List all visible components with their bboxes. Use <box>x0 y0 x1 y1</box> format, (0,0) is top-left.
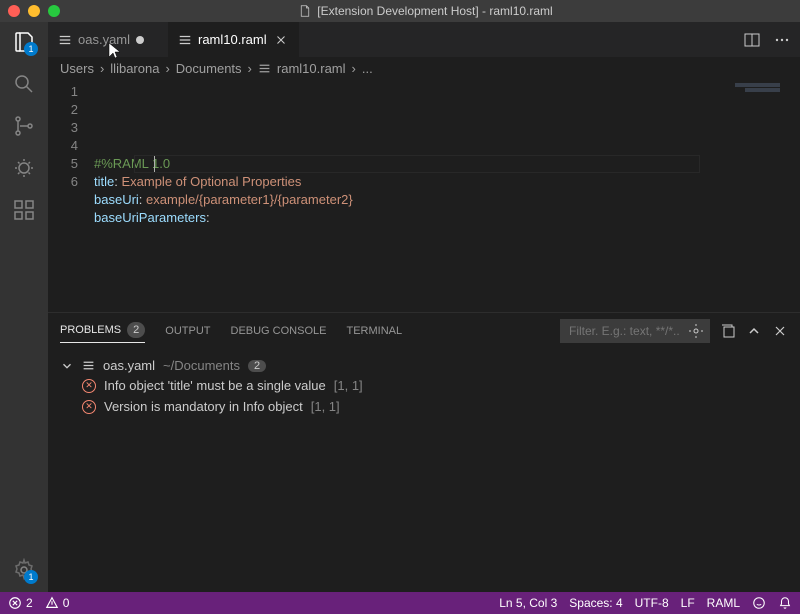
problem-location: [1, 1] <box>334 378 363 393</box>
problem-file-path: ~/Documents <box>163 358 240 373</box>
status-errors[interactable]: 2 <box>8 596 33 610</box>
status-indentation[interactable]: Spaces: 4 <box>569 596 622 610</box>
chevron-right-icon: › <box>248 61 252 76</box>
settings-gear-icon[interactable]: 1 <box>12 558 36 582</box>
chevron-right-icon: › <box>352 61 356 76</box>
filter-settings-icon[interactable] <box>688 323 704 339</box>
split-editor-icon[interactable] <box>744 32 760 48</box>
crumb[interactable]: llibarona <box>110 61 159 76</box>
dirty-indicator-icon <box>136 36 144 44</box>
error-icon: ✕ <box>82 379 96 393</box>
file-icon <box>299 5 311 17</box>
code-content[interactable]: #%RAML 1.0title: Example of Optional Pro… <box>94 79 800 312</box>
close-icon[interactable] <box>273 32 289 48</box>
chevron-up-icon[interactable] <box>746 323 762 339</box>
tab-label: raml10.raml <box>198 32 267 47</box>
close-window-button[interactable] <box>8 5 20 17</box>
crumb[interactable]: raml10.raml <box>277 61 346 76</box>
text-cursor <box>154 156 155 172</box>
minimize-window-button[interactable] <box>28 5 40 17</box>
problem-item[interactable]: ✕ Info object 'title' must be a single va… <box>60 375 788 396</box>
status-eol[interactable]: LF <box>681 596 695 610</box>
maximize-window-button[interactable] <box>48 5 60 17</box>
file-icon <box>58 33 72 47</box>
breadcrumb[interactable]: Users › llibarona › Documents › raml10.r… <box>48 57 800 79</box>
code-editor[interactable]: 123456 #%RAML 1.0title: Example of Optio… <box>48 79 800 312</box>
settings-badge: 1 <box>24 570 38 584</box>
explorer-icon[interactable]: 1 <box>12 30 36 54</box>
extensions-icon[interactable] <box>12 198 36 222</box>
tab-output[interactable]: Output <box>165 321 210 341</box>
tab-oas-yaml[interactable]: oas.yaml <box>48 22 168 57</box>
tab-debug-console[interactable]: Debug Console <box>231 321 327 341</box>
chevron-right-icon: › <box>165 61 169 76</box>
problem-location: [1, 1] <box>311 399 340 414</box>
line-numbers: 123456 <box>48 79 94 312</box>
debug-icon[interactable] <box>12 156 36 180</box>
status-cursor-position[interactable]: Ln 5, Col 3 <box>499 596 557 610</box>
titlebar-title: [Extension Development Host] - raml10.ra… <box>60 4 792 18</box>
file-icon <box>178 33 192 47</box>
search-icon[interactable] <box>12 72 36 96</box>
tab-terminal[interactable]: Terminal <box>346 321 402 341</box>
more-actions-icon[interactable] <box>774 32 790 48</box>
status-language[interactable]: RAML <box>707 596 740 610</box>
file-icon <box>258 62 271 75</box>
problem-file-row[interactable]: oas.yaml ~/Documents 2 <box>60 356 788 375</box>
crumb[interactable]: Documents <box>176 61 242 76</box>
notifications-bell-icon[interactable] <box>778 596 792 610</box>
collapse-all-icon[interactable] <box>720 323 736 339</box>
problem-message: Version is mandatory in Info object <box>104 399 303 414</box>
status-warnings[interactable]: 0 <box>45 596 70 610</box>
tab-label: oas.yaml <box>78 32 130 47</box>
tab-problems[interactable]: Problems 2 <box>60 318 145 343</box>
window-controls <box>8 5 60 17</box>
minimap[interactable] <box>700 79 800 312</box>
tab-raml10-raml[interactable]: raml10.raml <box>168 22 299 57</box>
problem-file-name: oas.yaml <box>103 358 155 373</box>
editor-tabs: oas.yaml raml10.raml <box>48 22 800 57</box>
status-encoding[interactable]: UTF-8 <box>635 596 669 610</box>
activity-bar: 1 1 <box>0 22 48 592</box>
status-bar: 2 0 Ln 5, Col 3 Spaces: 4 UTF-8 LF RAML <box>0 592 800 614</box>
problems-count-badge: 2 <box>127 322 145 338</box>
feedback-smiley-icon[interactable] <box>752 596 766 610</box>
titlebar: [Extension Development Host] - raml10.ra… <box>0 0 800 22</box>
explorer-badge: 1 <box>24 42 38 56</box>
problem-message: Info object 'title' must be a single val… <box>104 378 326 393</box>
file-problem-count: 2 <box>248 360 266 372</box>
chevron-right-icon: › <box>100 61 104 76</box>
error-icon: ✕ <box>82 400 96 414</box>
file-icon <box>82 359 95 372</box>
chevron-down-icon[interactable] <box>60 359 74 373</box>
bottom-panel: Problems 2 Output Debug Console Terminal <box>48 312 800 592</box>
source-control-icon[interactable] <box>12 114 36 138</box>
crumb[interactable]: ... <box>362 61 373 76</box>
close-panel-icon[interactable] <box>772 323 788 339</box>
crumb[interactable]: Users <box>60 61 94 76</box>
problem-item[interactable]: ✕ Version is mandatory in Info object [1, … <box>60 396 788 417</box>
